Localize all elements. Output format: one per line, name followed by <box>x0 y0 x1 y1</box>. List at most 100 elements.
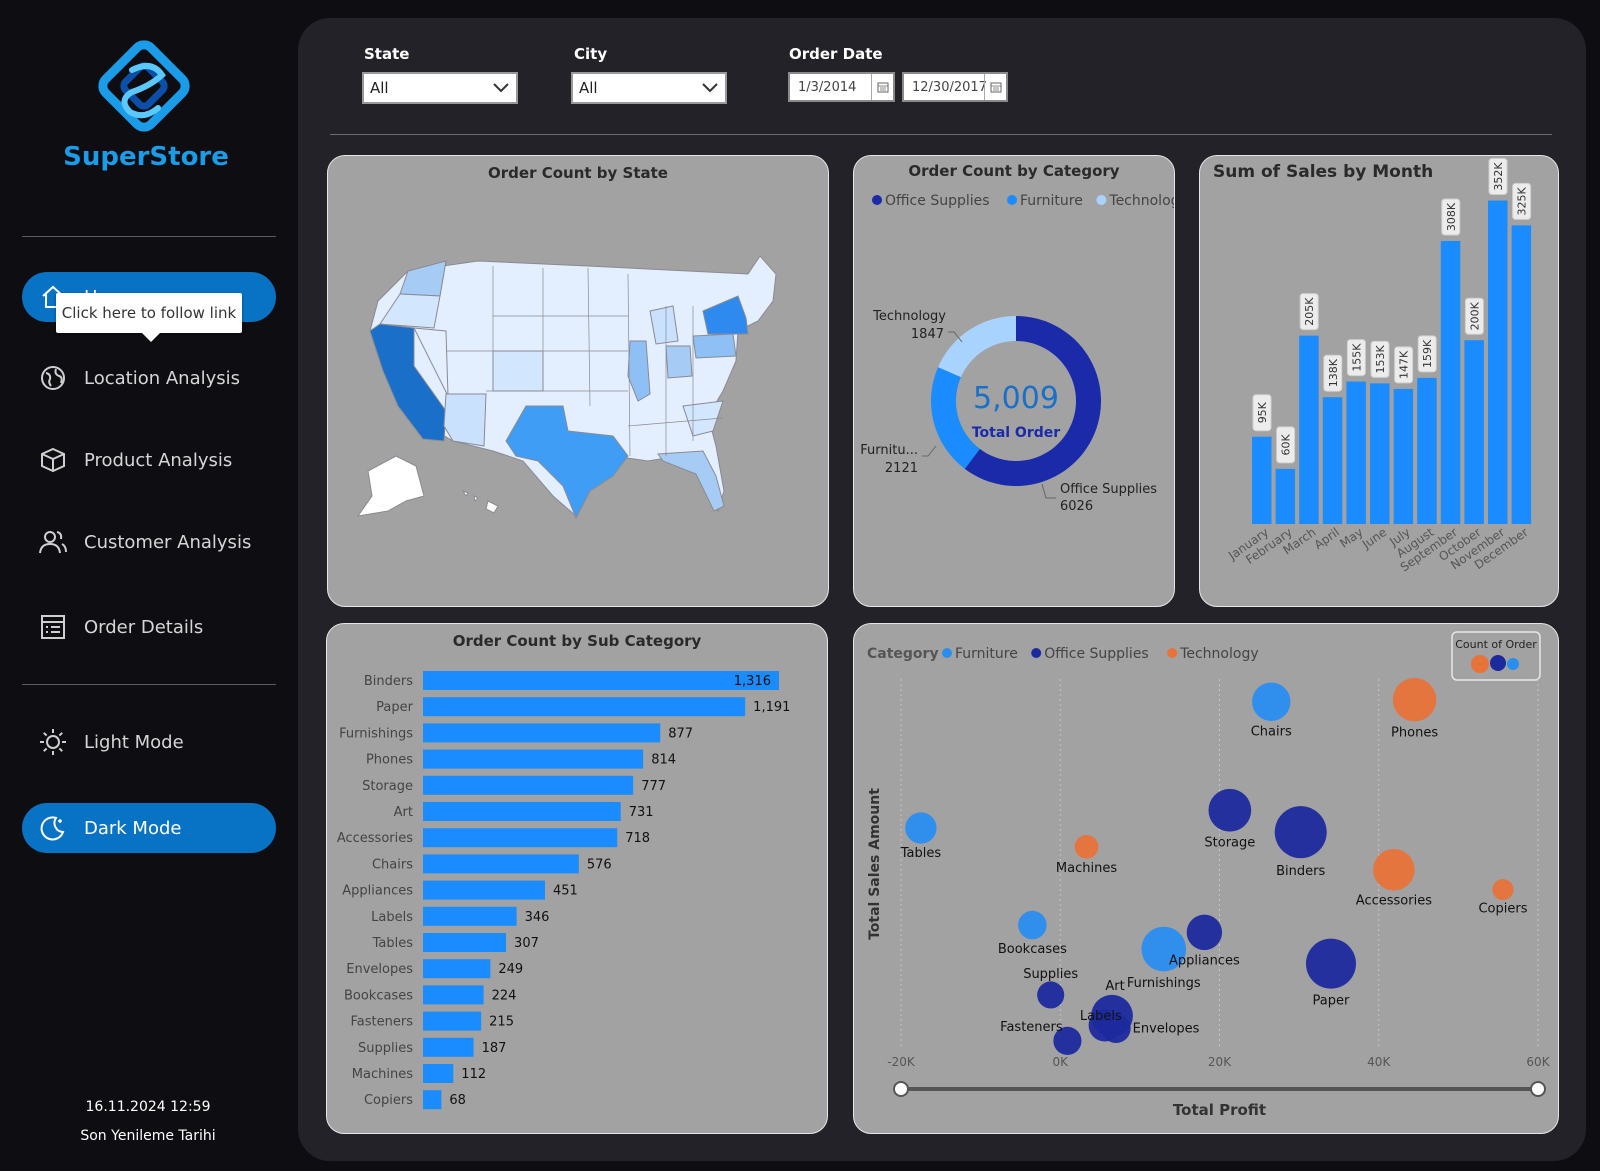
month-bar[interactable] <box>1252 436 1272 524</box>
month-bar[interactable] <box>1370 383 1390 524</box>
state-filter-label: State <box>364 45 410 63</box>
subcat-bar[interactable] <box>423 723 661 743</box>
month-bar[interactable] <box>1488 200 1508 525</box>
month-bar[interactable] <box>1393 388 1414 524</box>
scatter-legend-title: Category <box>867 646 939 662</box>
slider-handle-min[interactable] <box>893 1081 909 1097</box>
subcat-bar[interactable] <box>423 959 491 979</box>
bubble[interactable] <box>1492 879 1514 901</box>
bubble-label: Copiers <box>1478 902 1527 917</box>
month-bar[interactable] <box>1346 381 1366 524</box>
profit-sales-scatter-chart[interactable]: Category Furniture Office Supplies Technolo… <box>854 624 1559 1134</box>
month-bar[interactable] <box>1417 377 1437 524</box>
month-bar[interactable] <box>1511 225 1532 524</box>
subcat-bar[interactable] <box>423 828 618 848</box>
subcat-bar[interactable] <box>423 802 621 821</box>
month-tick-label: June <box>1359 525 1389 552</box>
city-dropdown-value: All <box>579 79 598 97</box>
nav-order-label: Order Details <box>84 616 204 638</box>
y-axis-title: Total Sales Amount <box>867 788 883 940</box>
subcat-label: Paper <box>376 700 413 715</box>
subcat-bar[interactable] <box>423 854 579 874</box>
sub-category-bar-chart[interactable]: Binders 1,316 Paper 1,191 Furnishings 877 Phon… <box>327 624 828 1134</box>
data-label: 205K <box>1303 297 1316 326</box>
month-bar[interactable] <box>1299 335 1319 524</box>
bubble[interactable] <box>1037 981 1065 1009</box>
nav-location-analysis[interactable]: Location Analysis <box>22 353 276 403</box>
subcat-bar[interactable] <box>423 697 746 717</box>
bubble[interactable] <box>1373 848 1415 891</box>
sun-icon <box>38 727 68 757</box>
bubble-label: Phones <box>1391 726 1438 741</box>
subcat-bar[interactable] <box>423 1011 482 1031</box>
x-tick-label: 20K <box>1208 1055 1232 1069</box>
total-order-label: Total Order <box>972 425 1060 441</box>
subcat-label: Storage <box>362 779 413 794</box>
calendar-icon[interactable] <box>984 74 1006 100</box>
bubble-label: Fasteners <box>1000 1020 1063 1035</box>
chevron-down-icon <box>701 79 719 97</box>
bubble-label: Appliances <box>1169 953 1240 968</box>
x-tick-label: -20K <box>887 1055 916 1069</box>
subcat-bar[interactable] <box>423 1037 474 1057</box>
nav-order-details[interactable]: Order Details <box>22 602 276 652</box>
bubble[interactable] <box>1252 682 1291 721</box>
slider-handle-max[interactable] <box>1530 1081 1546 1097</box>
data-label: 60K <box>1280 433 1293 455</box>
month-bar[interactable] <box>1464 340 1484 524</box>
subcat-label: Accessories <box>337 831 413 846</box>
subcat-label: Supplies <box>358 1041 413 1056</box>
city-dropdown[interactable]: All <box>571 72 727 104</box>
subcat-bar[interactable] <box>423 985 484 1005</box>
subcat-bar[interactable] <box>423 880 546 900</box>
sales-by-month-card: Sum of Sales by Month 95K January 60K Febru… <box>1199 155 1559 607</box>
nav-product-analysis[interactable]: Product Analysis <box>22 435 276 485</box>
legend-marker <box>1031 648 1042 658</box>
bubble-label: Storage <box>1204 835 1255 850</box>
category-donut-chart[interactable]: Office Supplies Furniture Technology Techn… <box>854 156 1175 607</box>
bubble[interactable] <box>1208 788 1252 832</box>
subcat-bar[interactable] <box>423 906 517 926</box>
subcat-value: 346 <box>525 910 550 925</box>
subcat-label: Bookcases <box>344 988 413 1003</box>
calendar-icon[interactable] <box>871 74 893 100</box>
bubble[interactable] <box>1305 938 1357 989</box>
size-legend-marker <box>1490 655 1506 671</box>
sub-category-card: Order Count by Sub Category Binders 1,316… <box>326 623 828 1134</box>
end-date-input[interactable]: 12/30/2017 <box>902 72 1008 102</box>
bubble[interactable] <box>905 812 937 844</box>
subcat-bar[interactable] <box>423 775 634 795</box>
legend-marker <box>872 195 882 205</box>
subcat-bar[interactable] <box>423 1064 454 1083</box>
nav-customer-analysis[interactable]: Customer Analysis <box>22 517 276 567</box>
nav-location-label: Location Analysis <box>84 367 241 389</box>
link-tooltip: Click here to follow link <box>56 293 242 342</box>
subcat-bar[interactable] <box>423 749 644 769</box>
subcat-label: Appliances <box>342 884 413 899</box>
month-bar[interactable] <box>1275 468 1296 524</box>
sales-by-month-chart[interactable]: 95KJanuary60KFebruary205KMarch138KApril1… <box>1200 156 1559 607</box>
city-filter-label: City <box>574 45 608 63</box>
state-dropdown[interactable]: All <box>362 72 518 104</box>
nav-product-label: Product Analysis <box>84 449 233 471</box>
bubble-label: Bookcases <box>998 942 1067 957</box>
bubble[interactable] <box>1018 910 1047 940</box>
light-mode-button[interactable]: Light Mode <box>22 717 276 767</box>
subcat-value: 307 <box>514 936 539 951</box>
subcat-bar[interactable] <box>423 671 779 690</box>
us-state-map[interactable] <box>328 156 829 607</box>
subcat-value: 777 <box>641 779 666 794</box>
subcat-bar[interactable] <box>423 1090 442 1110</box>
start-date-input[interactable]: 1/3/2014 <box>788 72 895 102</box>
month-bar[interactable] <box>1440 240 1461 525</box>
subcat-bar[interactable] <box>423 933 507 952</box>
bubble[interactable] <box>1074 834 1099 859</box>
subcat-label: Tables <box>372 936 414 951</box>
bubble[interactable] <box>1186 914 1223 951</box>
bubble[interactable] <box>1274 806 1327 859</box>
bubble[interactable] <box>1392 677 1437 722</box>
donut-slice[interactable] <box>938 316 1016 378</box>
order-date-filter-label: Order Date <box>789 45 883 63</box>
dark-mode-button[interactable]: Dark Mode <box>22 803 276 853</box>
month-bar[interactable] <box>1322 397 1343 524</box>
